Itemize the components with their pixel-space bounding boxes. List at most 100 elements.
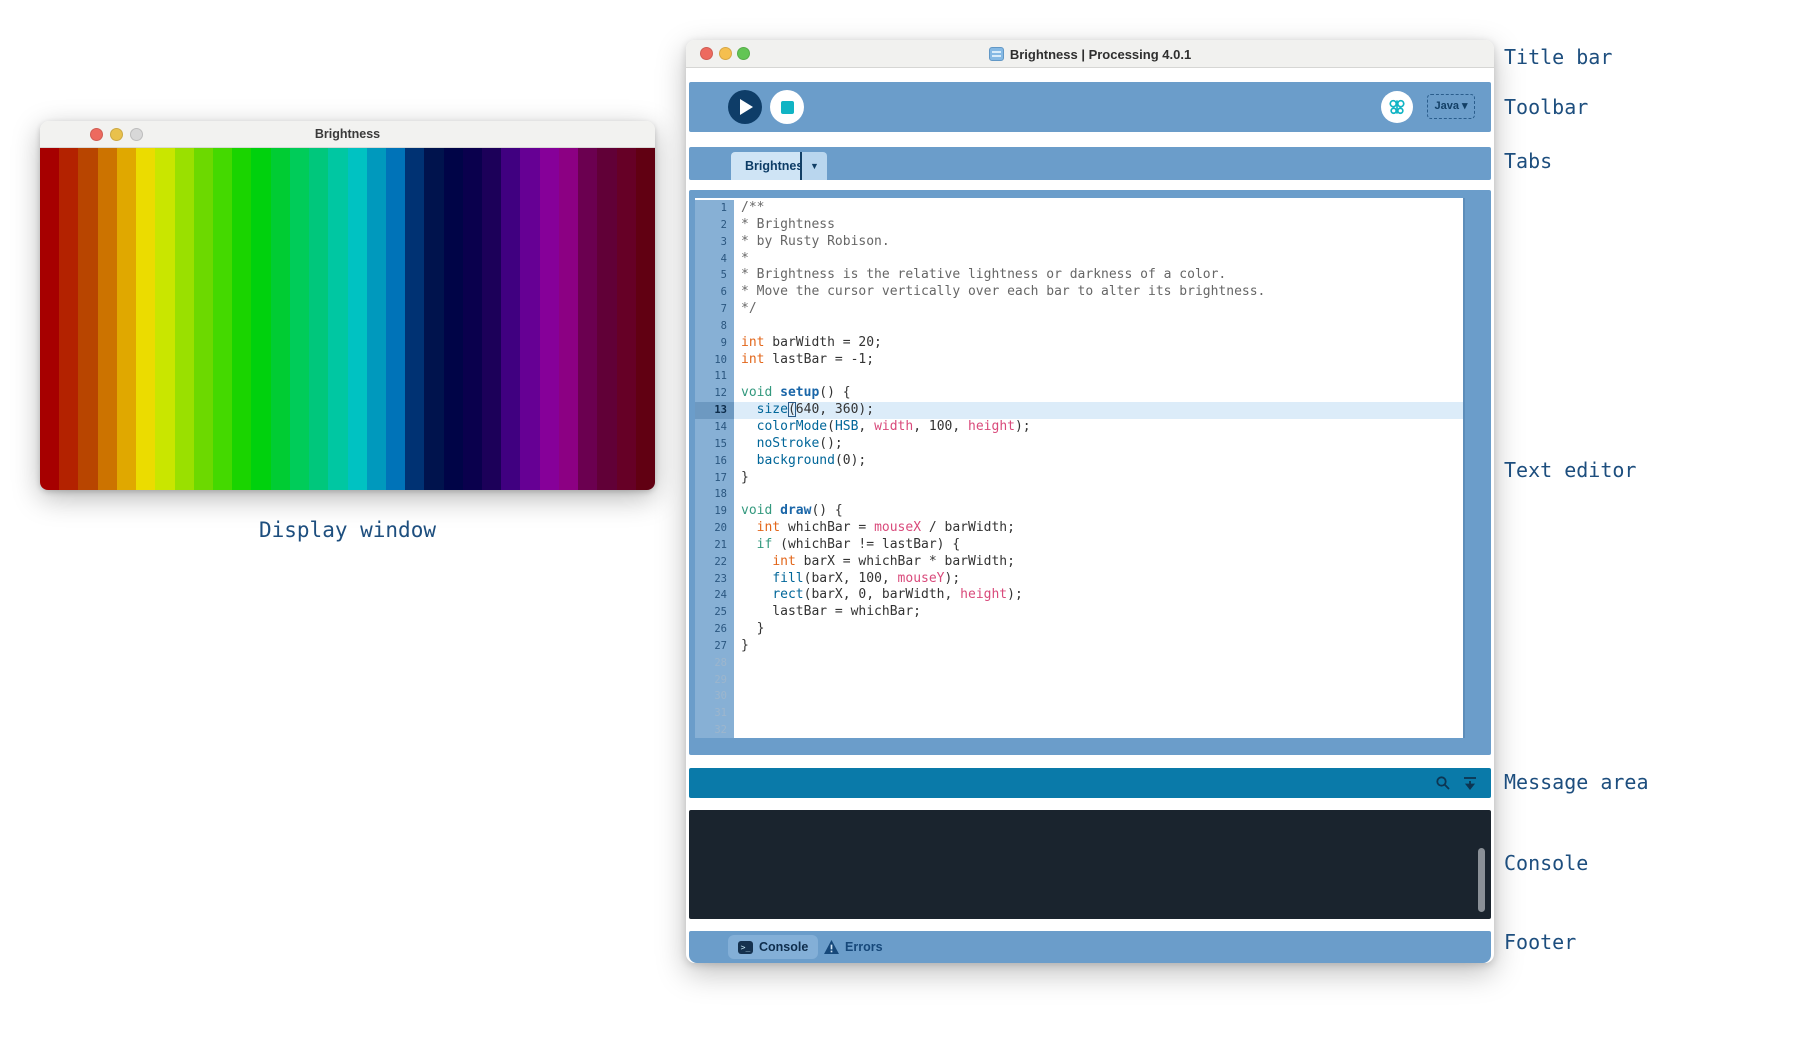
color-bar[interactable] <box>309 148 328 490</box>
code-line-5[interactable]: 5* Brightness is the relative lightness … <box>695 267 1463 284</box>
color-bar[interactable] <box>367 148 386 490</box>
color-bar[interactable] <box>617 148 636 490</box>
code-canvas[interactable]: 1/**2* Brightness3* by Rusty Robison.4*5… <box>695 198 1463 738</box>
code-line-18[interactable]: 18 <box>695 486 1463 503</box>
color-bar[interactable] <box>348 148 367 490</box>
mode-dropdown-java[interactable]: Java ▾ <box>1427 94 1475 119</box>
minimize-button[interactable] <box>110 128 123 141</box>
code-line-32[interactable]: 32 <box>695 722 1463 738</box>
code-line-8[interactable]: 8 <box>695 318 1463 335</box>
color-bar[interactable] <box>482 148 501 490</box>
code-token <box>741 537 757 552</box>
code-line-23[interactable]: 23 fill(barX, 100, mouseY); <box>695 571 1463 588</box>
color-bar[interactable] <box>40 148 59 490</box>
code-line-31[interactable]: 31 <box>695 705 1463 722</box>
color-bar[interactable] <box>290 148 309 490</box>
color-bar[interactable] <box>59 148 78 490</box>
code-line-25[interactable]: 25 lastBar = whichBar; <box>695 604 1463 621</box>
code-line-12[interactable]: 12void setup() { <box>695 385 1463 402</box>
code-text: lastBar = whichBar; <box>734 604 1463 621</box>
code-line-24[interactable]: 24 rect(barX, 0, barWidth, height); <box>695 587 1463 604</box>
color-bar[interactable] <box>386 148 405 490</box>
code-line-13[interactable]: 13 size(640, 360); <box>695 402 1463 419</box>
code-line-17[interactable]: 17} <box>695 470 1463 487</box>
color-bar[interactable] <box>559 148 578 490</box>
maximize-button[interactable] <box>737 47 750 60</box>
code-line-1[interactable]: 1/** <box>695 200 1463 217</box>
code-line-15[interactable]: 15 noStroke(); <box>695 436 1463 453</box>
color-bar[interactable] <box>175 148 194 490</box>
minimize-button[interactable] <box>719 47 732 60</box>
color-bar[interactable] <box>520 148 539 490</box>
color-bar[interactable] <box>597 148 616 490</box>
code-token: background <box>757 453 835 468</box>
color-bar[interactable] <box>424 148 443 490</box>
footer-tab-console[interactable]: >_ Console <box>728 935 818 959</box>
code-token <box>772 385 780 400</box>
color-bar[interactable] <box>136 148 155 490</box>
debug-button[interactable] <box>1381 91 1413 123</box>
color-bar[interactable] <box>232 148 251 490</box>
tab-menu-button[interactable]: ▼ <box>802 152 827 180</box>
display-window: Brightness <box>40 121 655 490</box>
color-bar[interactable] <box>213 148 232 490</box>
code-line-22[interactable]: 22 int barX = whichBar * barWidth; <box>695 554 1463 571</box>
code-line-11[interactable]: 11 <box>695 368 1463 385</box>
code-line-29[interactable]: 29 <box>695 672 1463 689</box>
color-bar[interactable] <box>501 148 520 490</box>
ide-titlebar[interactable]: Brightness | Processing 4.0.1 <box>686 40 1494 68</box>
close-button[interactable] <box>700 47 713 60</box>
code-line-14[interactable]: 14 colorMode(HSB, width, 100, height); <box>695 419 1463 436</box>
console-output[interactable] <box>689 810 1491 919</box>
code-line-2[interactable]: 2* Brightness <box>695 217 1463 234</box>
color-bar[interactable] <box>405 148 424 490</box>
color-bar[interactable] <box>636 148 655 490</box>
code-line-30[interactable]: 30 <box>695 688 1463 705</box>
color-bar[interactable] <box>540 148 559 490</box>
code-line-27[interactable]: 27} <box>695 638 1463 655</box>
color-bar[interactable] <box>194 148 213 490</box>
code-line-10[interactable]: 10int lastBar = -1; <box>695 352 1463 369</box>
color-bar[interactable] <box>155 148 174 490</box>
color-bar[interactable] <box>463 148 482 490</box>
line-number: 22 <box>695 554 734 571</box>
code-text: } <box>734 621 1463 638</box>
color-bar[interactable] <box>271 148 290 490</box>
search-icon[interactable] <box>1435 775 1451 791</box>
code-token: () { <box>811 503 842 518</box>
console-scrollbar[interactable] <box>1478 848 1485 912</box>
code-line-7[interactable]: 7*/ <box>695 301 1463 318</box>
code-line-28[interactable]: 28 <box>695 655 1463 672</box>
run-button[interactable] <box>728 90 762 124</box>
code-line-3[interactable]: 3* by Rusty Robison. <box>695 234 1463 251</box>
editor-scrollbar[interactable] <box>1463 198 1465 738</box>
color-bar[interactable] <box>78 148 97 490</box>
code-token: lastBar = -1; <box>764 352 874 367</box>
code-line-9[interactable]: 9int barWidth = 20; <box>695 335 1463 352</box>
code-line-16[interactable]: 16 background(0); <box>695 453 1463 470</box>
warning-icon <box>824 940 839 954</box>
sketch-color-bars[interactable] <box>40 148 655 490</box>
code-line-4[interactable]: 4* <box>695 251 1463 268</box>
color-bar[interactable] <box>251 148 270 490</box>
display-window-titlebar[interactable]: Brightness <box>40 121 655 148</box>
code-line-26[interactable]: 26 } <box>695 621 1463 638</box>
close-button[interactable] <box>90 128 103 141</box>
color-bar[interactable] <box>117 148 136 490</box>
code-line-19[interactable]: 19void draw() { <box>695 503 1463 520</box>
maximize-button[interactable] <box>130 128 143 141</box>
color-bar[interactable] <box>578 148 597 490</box>
code-line-6[interactable]: 6* Move the cursor vertically over each … <box>695 284 1463 301</box>
code-token: * Brightness is the relative lightness o… <box>741 267 1226 282</box>
color-bar[interactable] <box>444 148 463 490</box>
code-text: void setup() { <box>734 385 1463 402</box>
line-number: 31 <box>695 705 734 722</box>
code-token: 640, 360); <box>796 402 874 417</box>
color-bar[interactable] <box>328 148 347 490</box>
code-line-21[interactable]: 21 if (whichBar != lastBar) { <box>695 537 1463 554</box>
clear-console-icon[interactable] <box>1462 775 1478 791</box>
stop-button[interactable] <box>770 90 804 124</box>
code-line-20[interactable]: 20 int whichBar = mouseX / barWidth; <box>695 520 1463 537</box>
footer-tab-errors[interactable]: Errors <box>818 935 889 959</box>
color-bar[interactable] <box>98 148 117 490</box>
